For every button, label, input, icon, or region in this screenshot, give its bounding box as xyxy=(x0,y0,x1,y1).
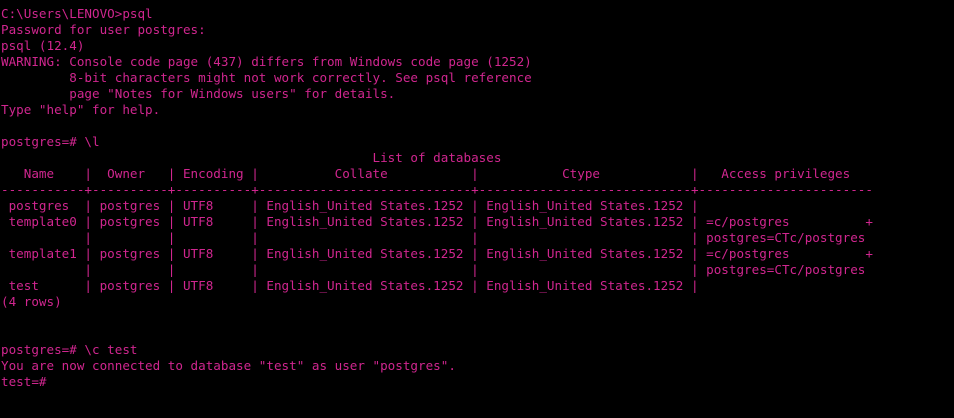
table-row: postgres | postgres | UTF8 | English_Uni… xyxy=(1,198,699,213)
psql-version: psql (12.4) xyxy=(1,38,85,53)
table-row: | | | | | postgres=CTc/postgres xyxy=(1,230,866,245)
command-line: C:\Users\LENOVO>psql xyxy=(1,6,153,21)
table-title: List of databases xyxy=(1,150,502,165)
help-hint: Type "help" for help. xyxy=(1,102,161,117)
connection-message: You are now connected to database "test"… xyxy=(1,358,456,373)
table-separator: -----------+----------+----------+------… xyxy=(1,182,873,197)
table-header: Name | Owner | Encoding | Collate | Ctyp… xyxy=(1,166,851,181)
warning-line: page "Notes for Windows users" for detai… xyxy=(1,86,396,101)
table-row: template0 | postgres | UTF8 | English_Un… xyxy=(1,214,873,229)
password-prompt: Password for user postgres: xyxy=(1,22,206,37)
warning-line: WARNING: Console code page (437) differs… xyxy=(1,54,532,69)
command-line: postgres=# \c test xyxy=(1,342,138,357)
terminal-window[interactable]: C:\Users\LENOVO>psql Password for user p… xyxy=(0,0,954,418)
table-row: | | | | | postgres=CTc/postgres xyxy=(1,262,866,277)
warning-line: 8-bit characters might not work correctl… xyxy=(1,70,532,85)
row-count: (4 rows) xyxy=(1,294,62,309)
input-prompt[interactable]: test=# xyxy=(1,374,954,390)
table-row: template1 | postgres | UTF8 | English_Un… xyxy=(1,246,873,261)
command-line: postgres=# \l xyxy=(1,134,100,149)
table-row: test | postgres | UTF8 | English_United … xyxy=(1,278,699,293)
